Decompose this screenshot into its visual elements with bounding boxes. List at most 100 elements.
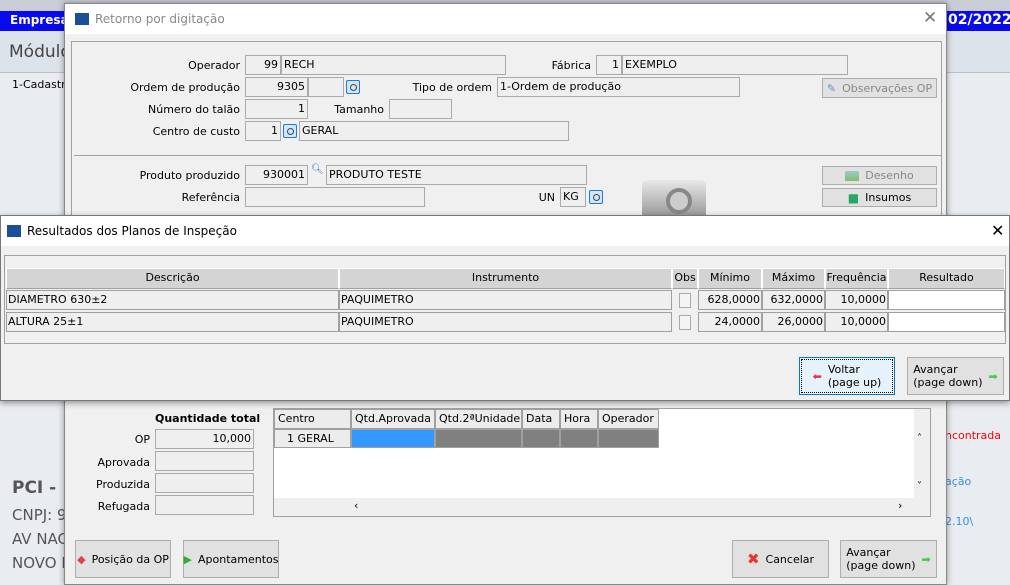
scroll-left-icon[interactable]: ‹ bbox=[354, 499, 358, 512]
note-icon: ✎ bbox=[826, 81, 837, 95]
row-frequencia: 10,0000 bbox=[825, 290, 888, 310]
posicao-op-button[interactable]: ◆ Posição da OP bbox=[75, 540, 171, 578]
avancar-inspecao-button[interactable]: Avançar (page down) ➡ bbox=[907, 357, 1004, 395]
un-label: UN bbox=[538, 191, 555, 204]
insumos-label: Insumos bbox=[865, 191, 912, 204]
insumos-button[interactable]: ■ Insumos bbox=[822, 188, 937, 207]
fabrica-label: Fábrica bbox=[551, 59, 591, 72]
header-instrumento[interactable]: Instrumento bbox=[339, 268, 672, 289]
ordem-extra-input[interactable] bbox=[308, 77, 344, 97]
operador-name: RECH bbox=[281, 55, 506, 75]
operador-label: Operador bbox=[188, 59, 240, 72]
tamanho-input[interactable] bbox=[389, 99, 452, 119]
voltar-shortcut: (page up) bbox=[827, 376, 882, 389]
cancelar-label: Cancelar bbox=[765, 552, 815, 566]
grid-header[interactable]: Centro custo bbox=[274, 409, 351, 443]
row-descricao: ALTURA 25±1 bbox=[6, 312, 339, 332]
grid-cell[interactable] bbox=[435, 429, 522, 448]
vscrollbar[interactable] bbox=[914, 409, 930, 516]
header-minimo[interactable]: Mínimo bbox=[698, 268, 762, 289]
apontamento-grid[interactable]: Centro custo Qtd.Aprovada Qtd.2ªUnidade … bbox=[273, 408, 931, 517]
status-blue: ação bbox=[945, 475, 972, 488]
grid-header[interactable]: Operador bbox=[598, 409, 659, 429]
search-icon[interactable] bbox=[283, 124, 297, 138]
grid-cell[interactable] bbox=[560, 429, 598, 448]
hscrollbar[interactable] bbox=[274, 498, 915, 516]
search-icon[interactable] bbox=[589, 190, 603, 204]
avancar-label: Avançar bbox=[913, 363, 958, 376]
row-frequencia: 10,0000 bbox=[825, 312, 888, 332]
resultado-input[interactable] bbox=[888, 312, 1005, 332]
voltar-button[interactable]: ⬅ Voltar (page up) bbox=[799, 357, 895, 395]
retorno-title: Retorno por digitação bbox=[95, 12, 225, 26]
close-icon[interactable]: ✕ bbox=[991, 221, 1004, 240]
apontamentos-label: Apontamentos bbox=[197, 552, 279, 566]
obs-note-icon[interactable] bbox=[679, 315, 691, 330]
header-descricao[interactable]: Descrição bbox=[6, 268, 339, 289]
version: 2.10\ bbox=[945, 515, 974, 528]
fabrica-name: EXEMPLO bbox=[622, 55, 848, 75]
produto-name: PRODUTO TESTE bbox=[326, 165, 587, 185]
refugada-label: Refugada bbox=[97, 500, 150, 513]
date-label: 02/2022 bbox=[948, 12, 1010, 28]
module-title: Módulo bbox=[9, 42, 71, 62]
scroll-right-icon[interactable]: › bbox=[898, 499, 902, 512]
operador-code[interactable]: 99 bbox=[245, 55, 281, 75]
grid-header[interactable]: Qtd.2ªUnidade bbox=[435, 409, 522, 429]
observacoes-label: Observações OP bbox=[842, 81, 933, 95]
grid-header[interactable]: Qtd.Aprovada bbox=[351, 409, 435, 429]
grid-cell-centro[interactable]: 1 GERAL bbox=[274, 429, 351, 448]
observacoes-op-button[interactable]: ✎ Observações OP bbox=[822, 78, 937, 98]
talao-input[interactable]: 1 bbox=[245, 99, 308, 119]
centro-name: GERAL bbox=[299, 121, 569, 141]
produto-code[interactable]: 930001 bbox=[245, 165, 308, 185]
produzida-label: Produzida bbox=[96, 478, 150, 491]
row-maximo: 632,0000 bbox=[762, 290, 825, 310]
search-dropdown-icon[interactable]: 🔍︎ bbox=[311, 164, 324, 175]
row-instrumento: PAQUIMETRO bbox=[339, 290, 672, 310]
grid-cell-qtd-aprovada[interactable] bbox=[351, 429, 435, 448]
scroll-up-icon[interactable]: ˄ bbox=[917, 433, 922, 444]
referencia-input[interactable] bbox=[245, 187, 425, 207]
picture-icon bbox=[845, 170, 860, 181]
avancar-button[interactable]: Avançar (page down) ➡ bbox=[840, 540, 937, 578]
aprovada-quantity bbox=[155, 451, 254, 471]
ordem-label: Ordem de produção bbox=[130, 81, 240, 94]
resultado-input[interactable] bbox=[888, 290, 1005, 310]
cancelar-button[interactable]: ✖ Cancelar bbox=[732, 540, 829, 578]
arrow-right-icon: ➡ bbox=[921, 552, 931, 566]
posicao-label: Posição da OP bbox=[91, 552, 169, 566]
address: AV NAC bbox=[12, 530, 69, 548]
search-icon[interactable] bbox=[346, 80, 360, 94]
aprovada-label: Aprovada bbox=[97, 456, 151, 469]
grid-cell[interactable] bbox=[598, 429, 659, 448]
close-icon[interactable]: ✕ bbox=[923, 8, 937, 28]
scroll-down-icon[interactable]: ˅ bbox=[917, 481, 922, 492]
tamanho-label: Tamanho bbox=[334, 103, 384, 116]
camera-icon[interactable] bbox=[642, 180, 706, 216]
avancar-label: Avançar bbox=[846, 546, 891, 559]
row-minimo: 24,0000 bbox=[698, 312, 762, 332]
centro-code[interactable]: 1 bbox=[245, 121, 281, 141]
row-maximo: 26,0000 bbox=[762, 312, 825, 332]
obs-note-icon[interactable] bbox=[679, 293, 691, 308]
header-maximo[interactable]: Máximo bbox=[762, 268, 825, 289]
desenho-button[interactable]: Desenho bbox=[822, 166, 937, 185]
centro-label: Centro de custo bbox=[152, 125, 240, 138]
header-frequencia[interactable]: Frequência bbox=[825, 268, 888, 289]
grid-header[interactable]: Data bbox=[522, 409, 560, 429]
arrow-right-icon: ➡ bbox=[988, 369, 998, 383]
header-resultado[interactable]: Resultado bbox=[888, 268, 1005, 289]
apontamentos-button[interactable]: ▶ Apontamentos bbox=[183, 540, 279, 578]
row-minimo: 628,0000 bbox=[698, 290, 762, 310]
chart-icon: ◆ bbox=[77, 552, 86, 566]
inspecao-title: Resultados dos Planos de Inspeção bbox=[27, 224, 237, 238]
ordem-input[interactable]: 9305 bbox=[245, 77, 308, 97]
fabrica-code[interactable]: 1 bbox=[596, 55, 622, 75]
grid-cell[interactable] bbox=[522, 429, 560, 448]
header-obs[interactable]: Obs bbox=[672, 268, 698, 289]
desenho-label: Desenho bbox=[865, 169, 914, 182]
op-quantity: 10,000 bbox=[155, 429, 254, 449]
refugada-quantity bbox=[155, 495, 254, 515]
grid-header[interactable]: Hora bbox=[560, 409, 598, 429]
